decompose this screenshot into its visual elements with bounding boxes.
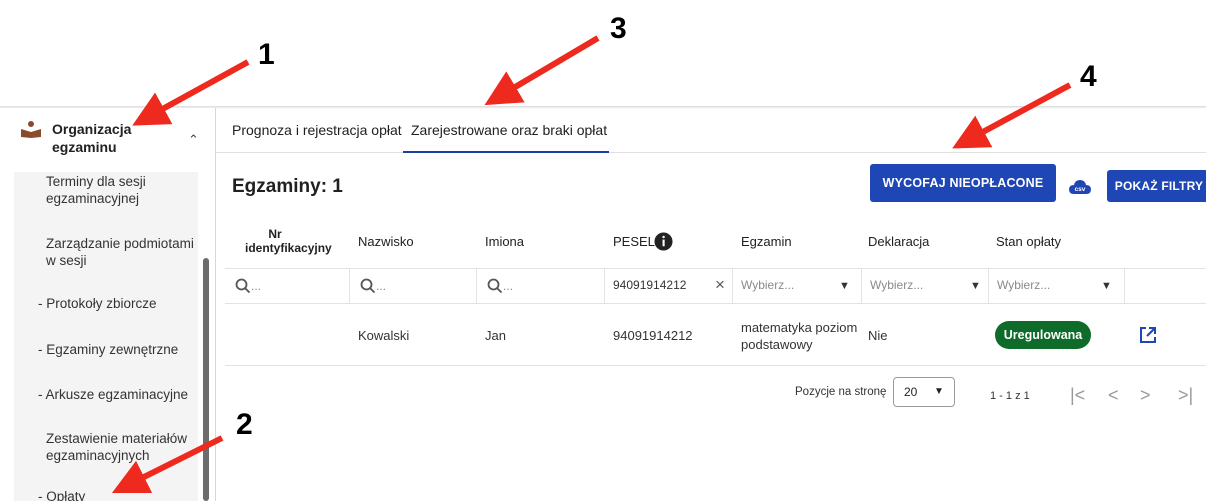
annotation-number-4: 4 — [1080, 60, 1097, 93]
annotation-number-2: 2 — [236, 408, 253, 441]
sidebar-item-terminy[interactable]: Terminy dla sesji egzaminacyjnej — [46, 173, 206, 207]
sidebar-item-zestawienie[interactable]: Zestawienie materiałów egzaminacyjnych — [46, 430, 210, 464]
header-nr-id[interactable]: Nr identyfikacyjny — [245, 227, 332, 255]
header-nazwisko[interactable]: Nazwisko — [358, 234, 414, 249]
per-page-value: 20 — [904, 385, 918, 399]
sidebar-item-egzaminy-zewnetrzne[interactable]: - Egzaminy zewnętrzne — [38, 341, 198, 358]
cell-pesel: 94091914212 — [613, 328, 693, 343]
annotation-number-3: 3 — [610, 12, 627, 45]
filter-nr-id[interactable]: ... — [225, 269, 349, 303]
csv-label: csv — [1075, 186, 1086, 193]
cell-names: Jan — [485, 328, 506, 343]
tab-bar: Prognoza i rejestracja opłat Zarejestrow… — [216, 110, 1206, 153]
filter-pesel[interactable]: 94091914212 × — [604, 269, 732, 303]
top-band — [0, 0, 1206, 108]
select-placeholder: Wybierz... — [741, 278, 795, 292]
last-page-icon[interactable]: >| — [1178, 385, 1193, 406]
header-egzamin[interactable]: Egzamin — [741, 234, 792, 249]
show-filters-button[interactable]: POKAŻ FILTRY — [1107, 170, 1206, 202]
csv-cloud-icon[interactable]: csv — [1068, 178, 1092, 196]
pesel-filter-value: 94091914212 — [613, 278, 687, 292]
filter-imiona[interactable]: ... — [476, 269, 604, 303]
chevron-up-icon[interactable]: ⌃ — [188, 132, 199, 148]
search-icon — [235, 278, 251, 294]
header-imiona[interactable]: Imiona — [485, 234, 524, 249]
dropdown-arrow-icon: ▼ — [934, 386, 944, 397]
sidebar-item-zarzadzanie[interactable]: Zarządzanie podmiotami w sesji — [46, 235, 206, 269]
next-page-icon[interactable]: > — [1140, 385, 1151, 406]
sidebar-section-title: Organizacja egzaminu — [52, 121, 132, 155]
sidebar-section-organizacja[interactable]: Organizacja egzaminu ⌃ — [20, 118, 210, 162]
sidebar-item-protokoly[interactable]: - Protokoły zbiorcze — [38, 295, 198, 312]
cell-exam: matematyka poziom podstawowy — [741, 320, 858, 352]
filter-deklaracja[interactable]: Wybierz... ▼ — [861, 269, 988, 303]
header-stan-oplaty[interactable]: Stan opłaty — [996, 234, 1061, 249]
info-icon[interactable] — [654, 232, 673, 251]
active-tab-indicator — [403, 151, 609, 153]
cell-declaration: Nie — [868, 328, 888, 343]
open-external-icon[interactable] — [1139, 326, 1157, 344]
per-page-label: Pozycje na stronę — [795, 386, 887, 398]
status-badge: Uregulowana — [995, 321, 1091, 349]
filter-egzamin[interactable]: Wybierz... ▼ — [732, 269, 861, 303]
filter-empty — [1124, 269, 1206, 303]
sidebar-item-arkusze[interactable]: - Arkusze egzaminacyjne — [38, 386, 198, 403]
sidebar-scrollbar[interactable] — [203, 258, 209, 501]
dropdown-arrow-icon: ▼ — [1101, 280, 1112, 292]
filter-placeholder: ... — [503, 279, 514, 293]
annotation-number-1: 1 — [258, 38, 275, 71]
header-deklaracja[interactable]: Deklaracja — [868, 234, 929, 249]
filter-row: ... ... ... 94091914212 × Wybierz... ▼ W… — [225, 268, 1206, 304]
clear-icon[interactable]: × — [715, 275, 725, 295]
pagination-range: 1 - 1 z 1 — [990, 390, 1030, 402]
header-pesel[interactable]: PESEL — [613, 234, 655, 249]
filter-stan-oplaty[interactable]: Wybierz... ▼ — [988, 269, 1124, 303]
filter-placeholder: ... — [376, 279, 387, 293]
per-page-select[interactable]: 20 ▼ — [893, 377, 955, 407]
prev-page-icon[interactable]: < — [1108, 385, 1119, 406]
cell-surname: Kowalski — [358, 328, 410, 343]
filter-nazwisko[interactable]: ... — [349, 269, 476, 303]
dropdown-arrow-icon: ▼ — [839, 280, 850, 292]
filter-placeholder: ... — [251, 279, 262, 293]
withdraw-unpaid-button[interactable]: WYCOFAJ NIEOPŁACONE — [870, 164, 1056, 202]
search-icon — [487, 278, 503, 294]
sidebar-item-oplaty[interactable]: - Opłaty — [38, 488, 198, 501]
first-page-icon[interactable]: |< — [1070, 385, 1085, 406]
tab-prognoza[interactable]: Prognoza i rejestracja opłat — [232, 122, 402, 138]
tab-zarejestrowane[interactable]: Zarejestrowane oraz braki opłat — [411, 122, 607, 138]
search-icon — [360, 278, 376, 294]
reading-person-icon — [21, 121, 41, 138]
dropdown-arrow-icon: ▼ — [970, 280, 981, 292]
select-placeholder: Wybierz... — [997, 278, 1051, 292]
select-placeholder: Wybierz... — [870, 278, 924, 292]
page-title: Egzaminy: 1 — [232, 176, 343, 197]
